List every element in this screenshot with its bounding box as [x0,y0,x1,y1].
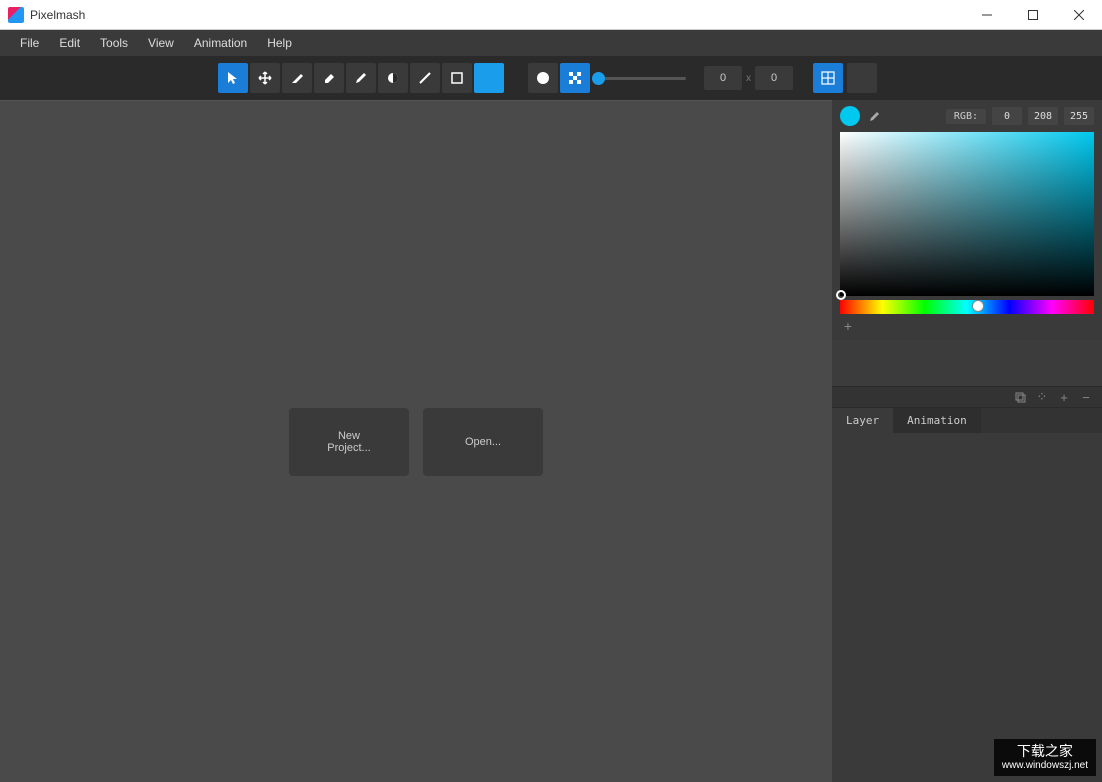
tab-animation[interactable]: Animation [893,408,981,433]
slider-thumb-icon[interactable] [592,72,605,85]
sv-thumb-icon[interactable] [836,290,846,300]
app-icon [8,7,24,23]
window-controls [964,0,1102,29]
grid-toggle[interactable] [813,63,843,93]
right-panel: RGB: 0 208 255 + ⁘ + − Layer Animation [832,100,1102,782]
layer-merge-icon[interactable]: ⁘ [1034,389,1050,405]
palette-row: + [832,314,1102,340]
brush-size-slider[interactable] [596,77,686,80]
layer-add-icon[interactable]: + [1056,389,1072,405]
tool-eraser[interactable] [314,63,344,93]
tool-fill[interactable] [378,63,408,93]
layer-toolbar: ⁘ + − [832,386,1102,408]
menu-file[interactable]: File [10,32,49,54]
main-area: New Project... Open... RGB: 0 208 255 + … [0,100,1102,782]
add-swatch-button[interactable]: + [840,318,856,334]
layer-duplicate-icon[interactable] [1012,389,1028,405]
canvas-area: New Project... Open... [0,100,832,782]
menu-help[interactable]: Help [257,32,302,54]
canvas-width-field[interactable]: 0 [704,66,742,90]
hue-thumb-icon[interactable] [972,300,984,312]
open-button[interactable]: Open... [423,408,543,476]
watermark-text: 下载之家 [1002,743,1088,760]
close-button[interactable] [1056,0,1102,29]
tool-color-swatch[interactable] [474,63,504,93]
canvas-height-field[interactable]: 0 [755,66,793,90]
layer-remove-icon[interactable]: − [1078,389,1094,405]
tool-circle-opt[interactable] [528,63,558,93]
rgb-b-field[interactable]: 255 [1064,107,1094,125]
rgb-mode-button[interactable]: RGB: [946,109,986,124]
rgb-r-field[interactable]: 0 [992,107,1022,125]
tool-brush[interactable] [282,63,312,93]
tool-pencil[interactable] [346,63,376,93]
tab-layer[interactable]: Layer [832,408,893,433]
grid-controls [813,63,877,93]
eyedropper-icon[interactable] [866,107,884,125]
new-project-button[interactable]: New Project... [289,408,409,476]
tool-line[interactable] [410,63,440,93]
swatch-area [832,340,1102,386]
color-header: RGB: 0 208 255 [832,100,1102,132]
title-bar: Pixelmash [0,0,1102,30]
tool-group-shape [528,63,590,93]
panel-tabs: Layer Animation [832,408,1102,433]
menu-tools[interactable]: Tools [90,32,138,54]
menu-edit[interactable]: Edit [49,32,90,54]
tool-rectangle[interactable] [442,63,472,93]
app-title: Pixelmash [30,8,964,22]
watermark-url: www.windowszj.net [1002,760,1088,772]
hue-slider[interactable] [840,300,1094,314]
current-color-swatch[interactable] [840,106,860,126]
toolbar: 0 x 0 [0,56,1102,100]
rgb-g-field[interactable]: 208 [1028,107,1058,125]
minimize-button[interactable] [964,0,1010,29]
maximize-button[interactable] [1010,0,1056,29]
menu-animation[interactable]: Animation [184,32,257,54]
menu-view[interactable]: View [138,32,184,54]
tool-square-opt[interactable] [560,63,590,93]
grid-settings[interactable] [847,63,877,93]
menu-bar: File Edit Tools View Animation Help [0,30,1102,56]
tool-group-main [218,63,504,93]
tool-select[interactable] [218,63,248,93]
watermark: 下载之家 www.windowszj.net [994,739,1096,776]
layer-list [832,433,1102,782]
dimension-separator: x [746,73,751,84]
tool-move[interactable] [250,63,280,93]
saturation-value-picker[interactable] [840,132,1094,296]
